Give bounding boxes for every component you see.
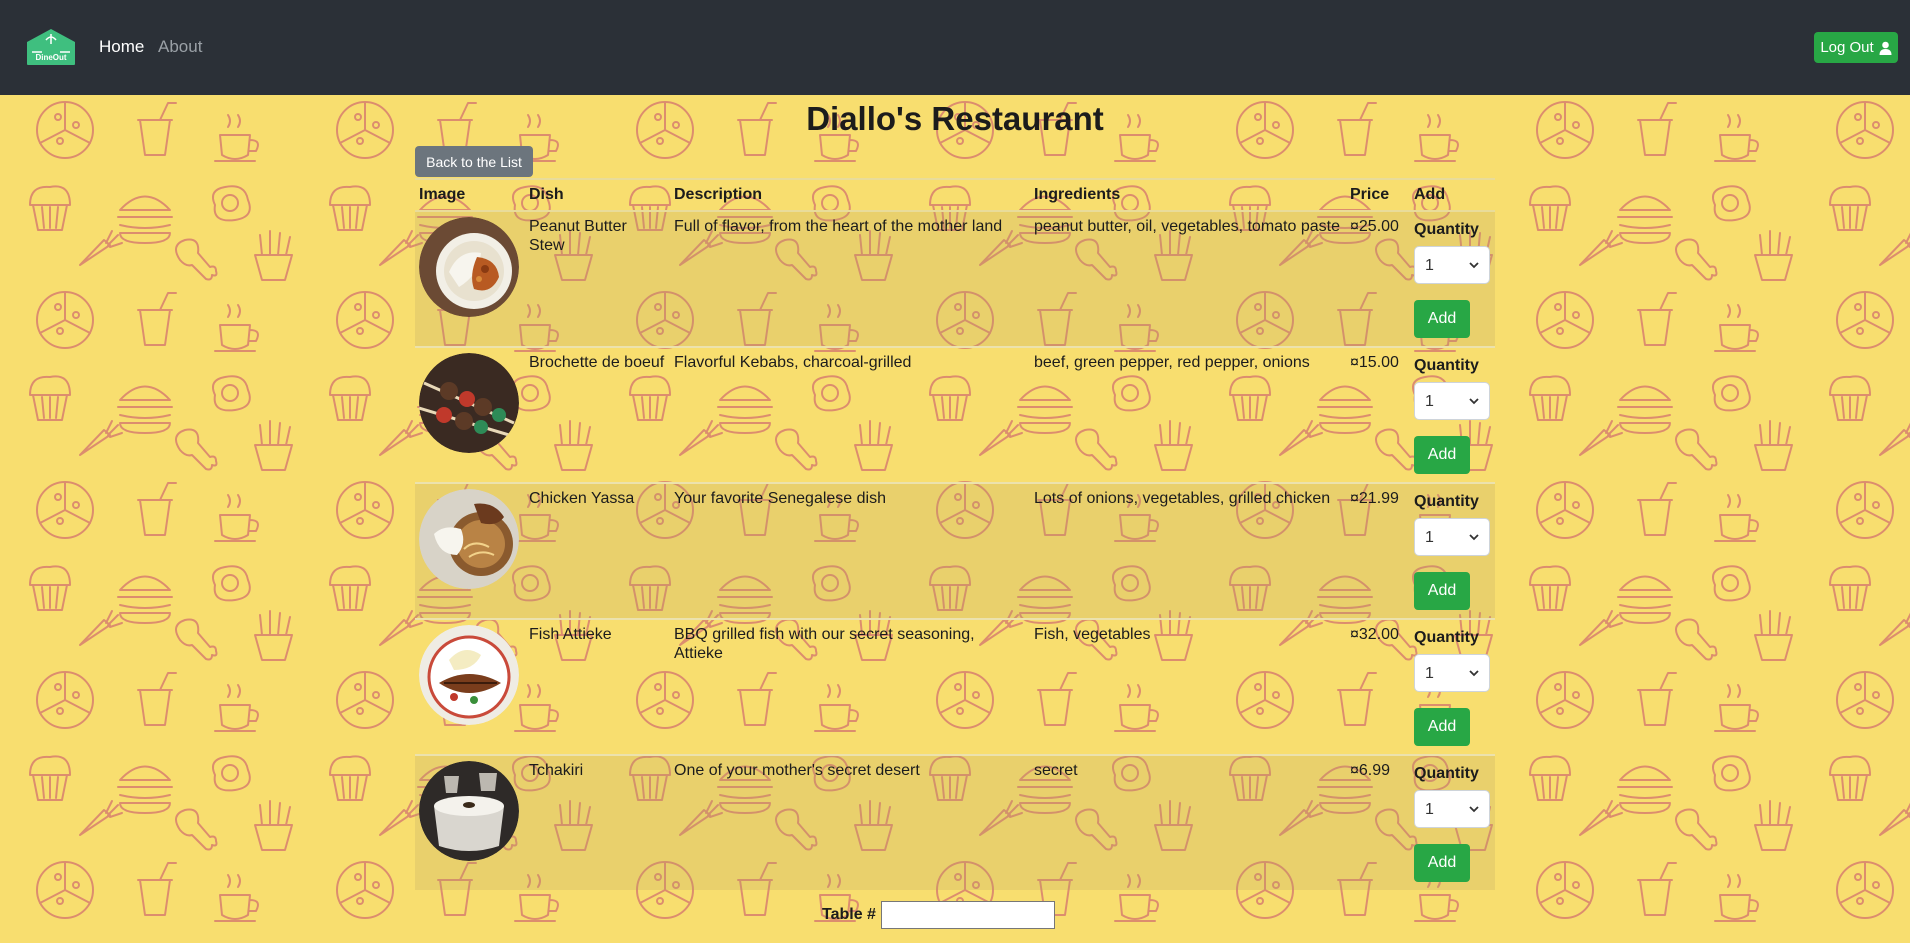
dish-name: Fish Attieke [525, 618, 670, 755]
chevron-down-icon [1469, 805, 1479, 812]
dish-ingredients: Lots of onions, vegetables, grilled chic… [1030, 482, 1346, 619]
dish-ingredients: secret [1030, 754, 1346, 890]
quantity-value: 1 [1425, 664, 1434, 682]
header-image: Image [415, 178, 525, 212]
dish-description: Full of flavor, from the heart of the mo… [670, 210, 1030, 347]
nav-about-link[interactable]: About [158, 37, 202, 57]
table-row: Chicken Yassa Your favorite Senegalese d… [415, 482, 1495, 619]
header-add: Add [1410, 178, 1495, 212]
quantity-label: Quantity [1414, 493, 1479, 510]
quantity-select[interactable]: 1 [1414, 654, 1490, 692]
quantity-label: Quantity [1414, 629, 1479, 646]
quantity-label: Quantity [1414, 221, 1479, 238]
quantity-label: Quantity [1414, 357, 1479, 374]
fish-attieke-image [419, 625, 519, 725]
table-row: Tchakiri One of your mother's secret des… [415, 754, 1495, 890]
chevron-down-icon [1469, 533, 1479, 540]
chicken-yassa-image [419, 489, 519, 589]
logout-button[interactable]: Log Out [1814, 32, 1898, 63]
header-price: Price [1346, 178, 1410, 212]
dish-name: Peanut Butter Stew [525, 210, 670, 347]
logout-label: Log Out [1820, 39, 1874, 56]
tchakiri-image [419, 761, 519, 861]
quantity-value: 1 [1425, 256, 1434, 274]
dish-description: Your favorite Senegalese dish [670, 482, 1030, 619]
dish-description: BBQ grilled fish with our secret seasoni… [670, 618, 1030, 755]
add-to-order-button[interactable]: Add [1414, 436, 1470, 474]
brand-text: DineOut [35, 53, 66, 62]
back-to-list-button[interactable]: Back to the List [415, 146, 533, 177]
quantity-select[interactable]: 1 [1414, 790, 1490, 828]
quantity-select[interactable]: 1 [1414, 382, 1490, 420]
brochette-de-boeuf-image [419, 353, 519, 453]
dish-name: Brochette de boeuf [525, 346, 670, 483]
add-to-order-button[interactable]: Add [1414, 300, 1470, 338]
chevron-down-icon [1469, 669, 1479, 676]
dish-description: One of your mother's secret desert [670, 754, 1030, 890]
menu-table: Image Dish Description Ingredients Price… [415, 178, 1495, 890]
chevron-down-icon [1469, 261, 1479, 268]
quantity-value: 1 [1425, 800, 1434, 818]
dish-ingredients: Fish, vegetables [1030, 618, 1346, 755]
add-to-order-button[interactable]: Add [1414, 572, 1470, 610]
table-row: Fish Attieke BBQ grilled fish with our s… [415, 618, 1495, 755]
dish-ingredients: beef, green pepper, red pepper, onions [1030, 346, 1346, 483]
dish-ingredients: peanut butter, oil, vegetables, tomato p… [1030, 210, 1346, 347]
chevron-down-icon [1469, 397, 1479, 404]
user-icon [1879, 41, 1892, 55]
table-row: Peanut Butter Stew Full of flavor, from … [415, 210, 1495, 347]
nav-home-link[interactable]: Home [99, 37, 144, 57]
page-title: Diallo's Restaurant [806, 100, 1104, 137]
quantity-value: 1 [1425, 392, 1434, 410]
quantity-select[interactable]: 1 [1414, 246, 1490, 284]
add-to-order-button[interactable]: Add [1414, 708, 1470, 746]
header-description: Description [670, 178, 1030, 212]
dineout-logo[interactable]: DineOut [24, 28, 78, 66]
dish-price: ¤25.00 [1346, 210, 1410, 347]
header-ingredients: Ingredients [1030, 178, 1346, 212]
navbar: DineOut Home About Log Out [0, 0, 1910, 95]
header-dish: Dish [525, 178, 670, 212]
dish-price: ¤32.00 [1346, 618, 1410, 755]
dish-name: Tchakiri [525, 754, 670, 890]
dish-description: Flavorful Kebabs, charcoal-grilled [670, 346, 1030, 483]
table-row: Brochette de boeuf Flavorful Kebabs, cha… [415, 346, 1495, 483]
table-number-label: Table # [822, 906, 876, 923]
dish-price: ¤6.99 [1346, 754, 1410, 890]
peanut-butter-stew-image [419, 217, 519, 317]
table-header-row: Image Dish Description Ingredients Price… [415, 178, 1495, 212]
quantity-label: Quantity [1414, 765, 1479, 782]
table-number-field-group: Table # [822, 901, 1055, 929]
quantity-select[interactable]: 1 [1414, 518, 1490, 556]
dish-price: ¤15.00 [1346, 346, 1410, 483]
table-number-input[interactable] [880, 901, 1055, 929]
quantity-value: 1 [1425, 528, 1434, 546]
dish-name: Chicken Yassa [525, 482, 670, 619]
dish-price: ¤21.99 [1346, 482, 1410, 619]
add-to-order-button[interactable]: Add [1414, 844, 1470, 882]
